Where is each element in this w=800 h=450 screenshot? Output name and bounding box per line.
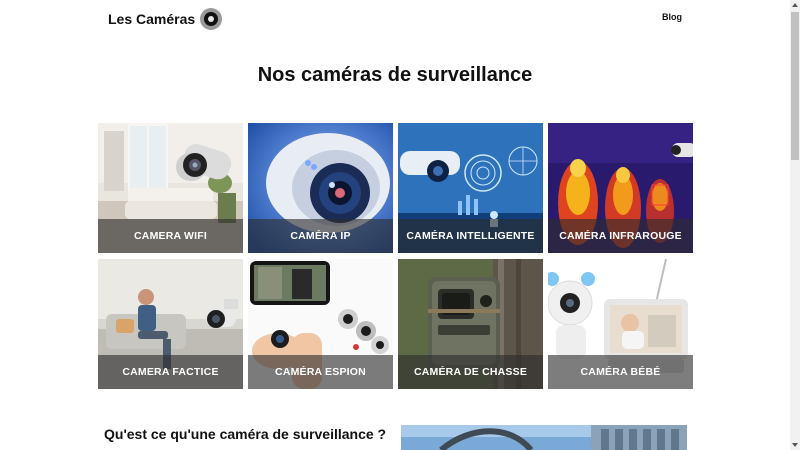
card-label: CAMÉRA IP — [290, 230, 351, 242]
category-card-camera-infrarouge[interactable]: CAMÉRA INFRAROUGE — [548, 123, 693, 253]
card-label: CAMÉRA ESPION — [275, 366, 366, 378]
card-caption: CAMERA FACTICE — [98, 355, 243, 389]
page-title: Nos caméras de surveillance — [257, 64, 533, 86]
category-card-camera-factice[interactable]: CAMERA FACTICE — [98, 259, 243, 389]
section-title: Qu'est ce qu'une caméra de surveillance … — [104, 426, 387, 442]
card-label: CAMERA WIFI — [134, 230, 207, 242]
category-card-camera-bebe[interactable]: CAMÉRA BÉBÉ — [548, 259, 693, 389]
category-card-camera-chasse[interactable]: CAMÉRA DE CHASSE — [398, 259, 543, 389]
category-card-camera-espion[interactable]: CAMÉRA ESPION — [248, 259, 393, 389]
card-caption: CAMÉRA ESPION — [248, 355, 393, 389]
card-label: CAMÉRA INTELLIGENTE — [406, 230, 535, 242]
site-header: Les Caméras Blog — [0, 0, 790, 40]
category-card-camera-wifi[interactable]: CAMERA WIFI — [98, 123, 243, 253]
camera-category-grid: CAMERA WIFI CAMÉRA IP CAMÉRA INTELLIGENT… — [98, 123, 693, 389]
camera-lens-icon — [200, 8, 223, 30]
card-label: CAMERA FACTICE — [122, 366, 219, 378]
scrollbar-thumb[interactable] — [791, 12, 799, 160]
vertical-scrollbar[interactable] — [790, 0, 800, 450]
category-card-camera-ip[interactable]: CAMÉRA IP — [248, 123, 393, 253]
card-label: CAMÉRA BÉBÉ — [580, 366, 661, 378]
logo-text: Les Caméras — [108, 11, 196, 27]
card-caption: CAMÉRA BÉBÉ — [548, 355, 693, 389]
section-image — [401, 425, 687, 450]
nav-link-blog[interactable]: Blog — [662, 12, 682, 22]
category-card-camera-intelligente[interactable]: CAMÉRA INTELLIGENTE — [398, 123, 543, 253]
card-caption: CAMERA WIFI — [98, 219, 243, 253]
card-caption: CAMÉRA INFRAROUGE — [548, 219, 693, 253]
card-label: CAMÉRA INFRAROUGE — [559, 230, 682, 242]
scroll-down-arrow-icon[interactable] — [790, 440, 800, 450]
card-caption: CAMÉRA IP — [248, 219, 393, 253]
card-caption: CAMÉRA DE CHASSE — [398, 355, 543, 389]
card-label: CAMÉRA DE CHASSE — [413, 366, 528, 378]
card-caption: CAMÉRA INTELLIGENTE — [398, 219, 543, 253]
scroll-up-arrow-icon[interactable] — [790, 0, 800, 10]
site-logo[interactable]: Les Caméras — [108, 8, 223, 30]
